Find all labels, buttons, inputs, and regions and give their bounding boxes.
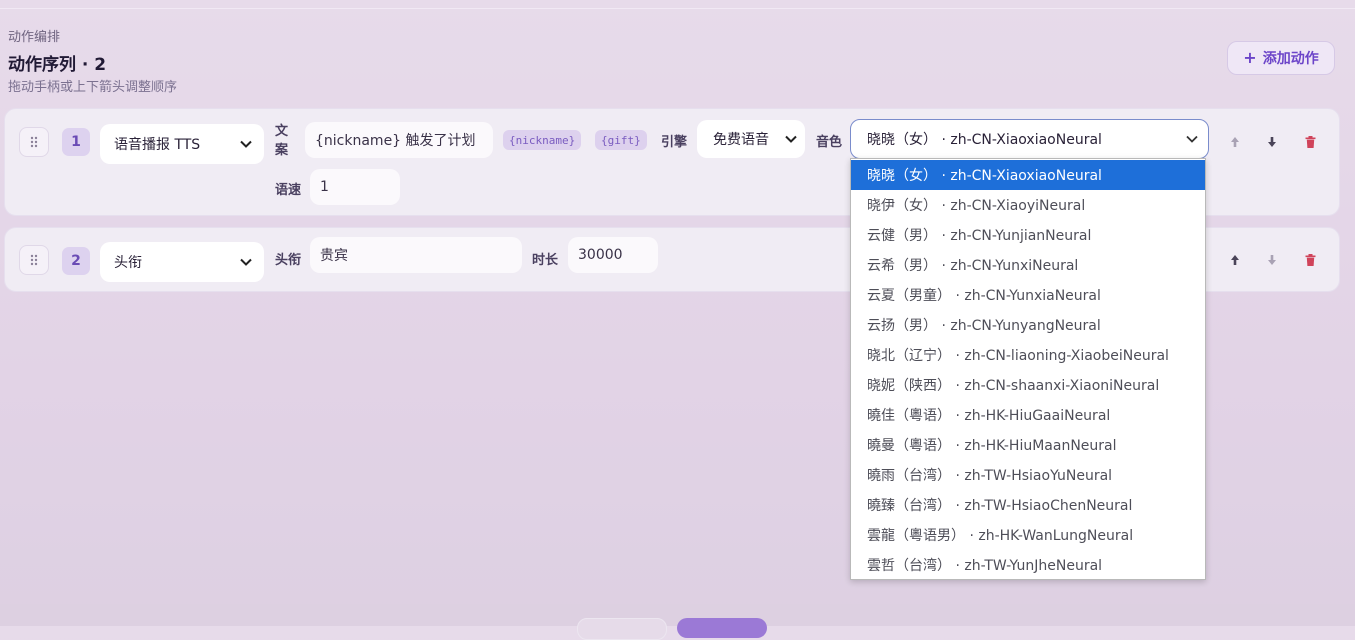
- chevron-down-icon: [240, 140, 252, 148]
- duration-label: 时长: [532, 253, 559, 268]
- move-up-button[interactable]: [1220, 127, 1250, 157]
- move-up-button[interactable]: [1220, 245, 1250, 275]
- page-title: 动作序列 · 2: [8, 55, 107, 75]
- engine-label: 引擎: [661, 135, 688, 150]
- voice-option[interactable]: 雲哲（台湾） · zh-TW-YunJheNeural: [851, 550, 1205, 580]
- voice-select-value: 晓晓（女） · zh-CN-XiaoxiaoNeural: [867, 132, 1102, 148]
- voice-option[interactable]: 云扬（男） · zh-CN-YunyangNeural: [851, 310, 1205, 340]
- arrow-down-icon: [1268, 255, 1276, 265]
- add-action-label: 添加动作: [1262, 51, 1319, 67]
- speed-input[interactable]: 1: [310, 169, 400, 205]
- action-type-value: 语音播报 TTS: [114, 137, 201, 153]
- voice-option[interactable]: 晓晓（女） · zh-CN-XiaoxiaoNeural: [851, 160, 1205, 190]
- voice-label: 音色: [816, 135, 843, 150]
- engine-value: 免费语音: [713, 132, 769, 148]
- move-down-button[interactable]: [1257, 245, 1287, 275]
- trash-icon: [1305, 136, 1315, 148]
- action-index-badge: 2: [62, 247, 90, 275]
- voice-option[interactable]: 晓妮（陕西） · zh-CN-shaanxi-XiaoniNeural: [851, 370, 1205, 400]
- action-type-value: 头衔: [114, 255, 142, 271]
- voice-option[interactable]: 曉雨（台湾） · zh-TW-HsiaoYuNeural: [851, 460, 1205, 490]
- plus-icon: +: [1243, 48, 1257, 67]
- drag-handle-icon[interactable]: [19, 245, 49, 275]
- delete-button[interactable]: [1295, 245, 1325, 275]
- voice-option[interactable]: 雲龍（粵语男） · zh-HK-WanLungNeural: [851, 520, 1205, 550]
- move-down-button[interactable]: [1257, 127, 1287, 157]
- text-input[interactable]: {nickname} 触发了计划: [305, 122, 493, 158]
- section-eyebrow: 动作编排: [8, 30, 61, 45]
- arrow-up-icon: [1231, 255, 1239, 265]
- action-type-select[interactable]: 头衔: [100, 242, 264, 282]
- speed-label: 语速: [275, 183, 302, 198]
- engine-select[interactable]: 免费语音: [697, 120, 805, 158]
- text-label: 文案: [275, 124, 289, 158]
- drag-handle-icon[interactable]: [19, 127, 49, 157]
- gift-chip[interactable]: {gift}: [595, 130, 647, 150]
- voice-option[interactable]: 曉臻（台湾） · zh-TW-HsiaoChenNeural: [851, 490, 1205, 520]
- title-label: 头衔: [275, 253, 302, 268]
- primary-button[interactable]: [677, 618, 767, 638]
- voice-option[interactable]: 晓北（辽宁） · zh-CN-liaoning-XiaobeiNeural: [851, 340, 1205, 370]
- secondary-button[interactable]: [577, 618, 667, 640]
- voice-option[interactable]: 曉佳（粵语） · zh-HK-HiuGaaiNeural: [851, 400, 1205, 430]
- delete-button[interactable]: [1295, 127, 1325, 157]
- page-subtitle: 拖动手柄或上下箭头调整顺序: [8, 80, 178, 95]
- chevron-down-icon: [240, 258, 252, 266]
- voice-option[interactable]: 云健（男） · zh-CN-YunjianNeural: [851, 220, 1205, 250]
- voice-dropdown-list: 晓晓（女） · zh-CN-XiaoxiaoNeural 晓伊（女） · zh-…: [850, 158, 1206, 580]
- voice-option[interactable]: 云夏（男童） · zh-CN-YunxiaNeural: [851, 280, 1205, 310]
- nickname-chip[interactable]: {nickname}: [503, 130, 582, 150]
- action-index-badge: 1: [62, 128, 90, 156]
- voice-option[interactable]: 云希（男） · zh-CN-YunxiNeural: [851, 250, 1205, 280]
- voice-option[interactable]: 晓伊（女） · zh-CN-XiaoyiNeural: [851, 190, 1205, 220]
- voice-select[interactable]: 晓晓（女） · zh-CN-XiaoxiaoNeural: [850, 119, 1209, 159]
- trash-icon: [1305, 254, 1315, 266]
- title-input[interactable]: 贵宾: [310, 237, 522, 273]
- duration-input[interactable]: 30000: [568, 237, 658, 273]
- add-action-button[interactable]: + 添加动作: [1227, 41, 1335, 75]
- voice-option[interactable]: 曉曼（粵语） · zh-HK-HiuMaanNeural: [851, 430, 1205, 460]
- arrow-up-icon: [1231, 137, 1239, 147]
- top-divider: [0, 8, 1355, 9]
- arrow-down-icon: [1268, 137, 1276, 147]
- chevron-down-icon: [1186, 135, 1198, 143]
- action-type-select[interactable]: 语音播报 TTS: [100, 124, 264, 164]
- chevron-down-icon: [785, 135, 797, 143]
